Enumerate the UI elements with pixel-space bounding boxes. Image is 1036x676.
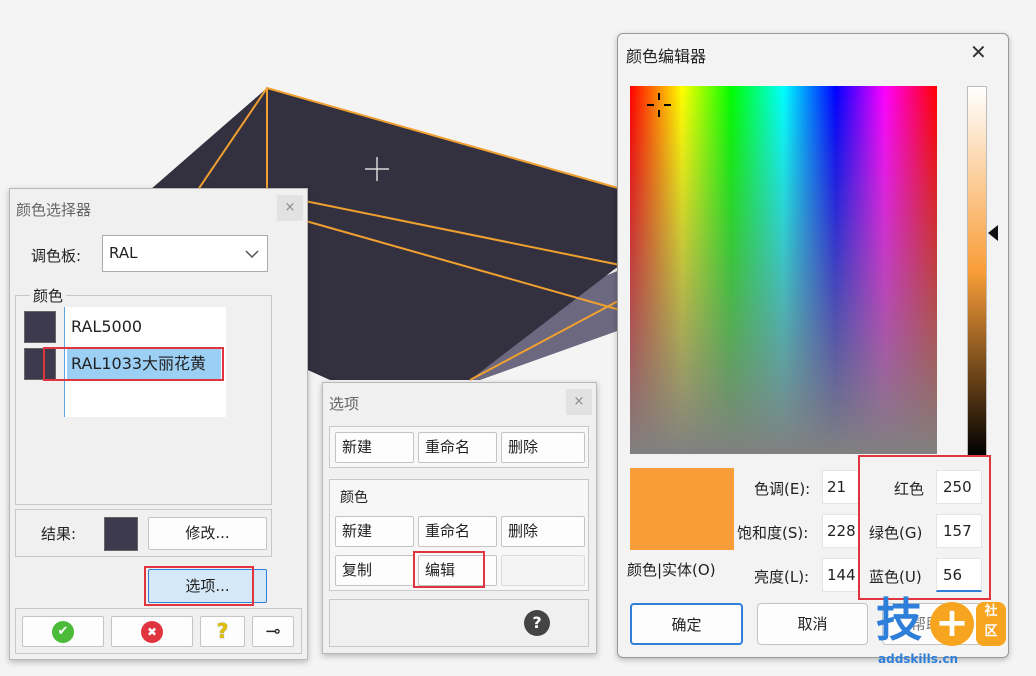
color-rename-button[interactable]: 重命名 (418, 516, 497, 547)
color-blank-button (501, 555, 585, 586)
result-label: 结果: (41, 525, 77, 543)
color-list-item-1[interactable]: RAL1033大丽花黄 (67, 349, 221, 379)
palette-dropdown[interactable]: RAL (102, 235, 268, 272)
pin-button[interactable]: ⊸ (252, 616, 294, 647)
luminance-bar[interactable] (967, 86, 987, 456)
help-button[interactable]: ? (200, 616, 245, 647)
ok-button[interactable]: ✔ (22, 616, 104, 647)
delete-button[interactable]: 删除 (501, 432, 585, 463)
red-input[interactable]: 250 (936, 470, 982, 504)
cancel-x-icon: ✖ (141, 621, 163, 643)
watermark-community-icon: 社区 (976, 602, 1006, 646)
colors-group-label: 颜色 (30, 285, 67, 306)
color-delete-button[interactable]: 删除 (501, 516, 585, 547)
cancel-button[interactable]: ✖ (111, 616, 193, 647)
color-new-button[interactable]: 新建 (335, 516, 414, 547)
new-button[interactable]: 新建 (335, 432, 414, 463)
color-spectrum[interactable] (630, 86, 937, 454)
color-editor-close-icon[interactable]: ✕ (970, 40, 987, 64)
luminance-input[interactable]: 144 (822, 558, 860, 592)
help-question-icon: ? (216, 619, 229, 643)
pin-icon: ⊸ (265, 621, 281, 642)
rename-button[interactable]: 重命名 (418, 432, 497, 463)
color-picker-title: 颜色选择器 (16, 201, 92, 219)
modify-button[interactable]: 修改... (148, 517, 267, 550)
green-label: 绿色(G) (869, 524, 923, 542)
blue-label: 蓝色(U) (869, 568, 922, 586)
red-label: 红色 (894, 480, 925, 498)
editor-cancel-button[interactable]: 取消 (757, 603, 868, 645)
luminance-label: 亮度(L): (754, 568, 810, 586)
watermark-plus-icon: + (930, 602, 974, 646)
options-help-bar (329, 599, 589, 647)
saturation-label: 饱和度(S): (737, 524, 809, 542)
color-copy-button[interactable]: 复制 (335, 555, 414, 586)
chevron-down-icon (245, 250, 259, 259)
watermark-logo: 技 + 社区 addskills.cn (872, 593, 1032, 672)
editor-ok-button[interactable]: 确定 (630, 603, 743, 645)
color-preview (630, 468, 734, 550)
options-button[interactable]: 选项... (148, 569, 267, 603)
result-swatch (104, 517, 138, 551)
hue-label: 色调(E): (754, 480, 811, 498)
color-swatch-0[interactable] (24, 311, 56, 343)
color-editor-dialog: 颜色编辑器 ✕ 颜色|实体(O) 色调(E): 21 饱和度(S): 228 亮… (617, 33, 1009, 658)
preview-label[interactable]: 颜色|实体(O) (627, 559, 716, 580)
green-input[interactable]: 157 (936, 514, 982, 548)
saturation-input[interactable]: 228 (822, 514, 860, 548)
color-edit-button[interactable]: 编辑 (418, 555, 497, 586)
palette-label: 调色板: (31, 247, 82, 265)
options-help-icon[interactable]: ? (524, 610, 550, 636)
color-picker-close-icon[interactable]: × (277, 195, 303, 221)
ok-check-icon: ✔ (52, 621, 74, 643)
palette-value: RAL (109, 244, 138, 262)
options-title: 选项 (329, 395, 360, 413)
color-editor-title: 颜色编辑器 (626, 47, 707, 66)
color-list-item-0[interactable]: RAL5000 (71, 317, 142, 336)
options-dialog: 选项 × 新建 重命名 删除 颜色 新建 重命名 删除 复制 编辑 ? (322, 382, 597, 654)
color-picker-dialog: 颜色选择器 × 调色板: RAL 颜色 RAL5000 RAL1033大丽花黄 … (9, 188, 308, 660)
blue-input[interactable]: 56 (936, 558, 982, 592)
options-close-icon[interactable]: × (566, 389, 592, 415)
color-swatch-1[interactable] (24, 348, 56, 380)
spectrum-crosshair-icon (647, 93, 671, 117)
color-list[interactable]: RAL5000 RAL1033大丽花黄 (64, 307, 226, 417)
options-colors-label: 颜色 (340, 490, 368, 506)
watermark-brand: 技 (876, 593, 922, 647)
watermark-url: addskills.cn (878, 652, 959, 666)
hue-input[interactable]: 21 (822, 470, 860, 504)
luminance-pointer-icon[interactable] (988, 225, 998, 241)
